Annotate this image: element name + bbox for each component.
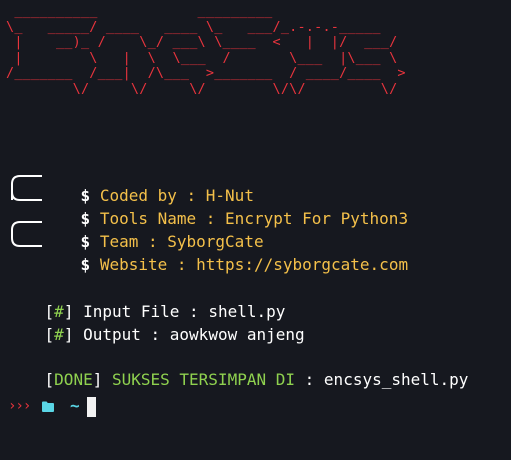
- encsys-ascii-banner: __________ _________ \_ _____/ ____ ____…: [6, 3, 406, 97]
- prompt-arrows: ›››: [8, 398, 31, 414]
- terminal-window[interactable]: __________ _________ \_ _____/ ____ ____…: [0, 0, 511, 460]
- done-status: DONE: [54, 370, 93, 389]
- home-directory: ~: [70, 396, 80, 415]
- folder-icon: [42, 401, 54, 412]
- tree-connector: [11, 175, 42, 247]
- text-cursor[interactable]: [87, 397, 96, 417]
